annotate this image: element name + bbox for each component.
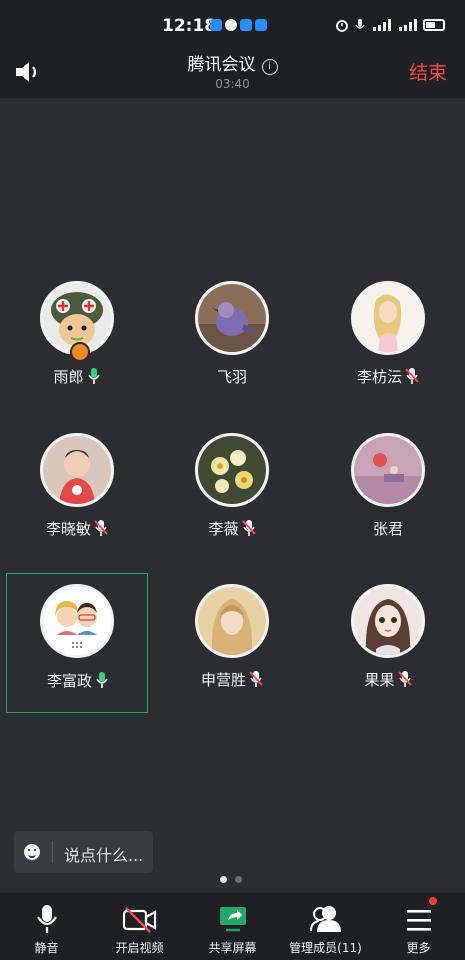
meeting-title-row[interactable]: 腾讯会议 i [0, 50, 465, 75]
participant-tile[interactable]: 雨郎 [6, 270, 148, 410]
participant-name-row: 李富政 [7, 670, 149, 691]
signal-icon [373, 19, 391, 31]
share-screen-label: 共享屏幕 [208, 941, 257, 955]
start-video-label: 开启视频 [115, 941, 164, 955]
participant-tile[interactable]: 张君 [317, 422, 459, 562]
more-button[interactable]: 更多 [372, 893, 465, 960]
share-screen-button[interactable]: 共享屏幕 [186, 893, 279, 960]
app-notification-icon [240, 19, 252, 31]
participant-name: 李富政 [46, 672, 92, 690]
participant-name: 申营胜 [200, 671, 246, 689]
app-notification-icon [210, 19, 222, 31]
flowers-avatar [195, 433, 269, 507]
video-off-icon [122, 907, 156, 933]
mute-button[interactable]: 静音 [0, 893, 93, 960]
pink-scene-avatar [351, 433, 425, 507]
participant-name: 李薇 [208, 520, 239, 538]
status-bar: 12:18 [0, 0, 465, 48]
notification-dot [429, 897, 437, 905]
mic-muted-icon [241, 520, 256, 536]
participant-tile[interactable]: 李枋沄 [317, 270, 459, 410]
end-meeting-button[interactable]: 结束 [409, 58, 447, 85]
bird-avatar [195, 281, 269, 355]
mic-on-icon [96, 672, 108, 688]
battery-icon [423, 19, 445, 31]
chat-divider [52, 841, 53, 863]
more-menu-icon [406, 910, 431, 931]
mic-icon [36, 905, 57, 933]
participant-tile[interactable]: 果果 [317, 573, 459, 713]
participant-name: 雨郎 [53, 368, 84, 386]
app-notification-icon [255, 19, 267, 31]
share-screen-icon [219, 907, 246, 932]
participant-name-row: 雨郎 [6, 366, 148, 387]
meeting-timer: 03:40 [215, 77, 250, 91]
page-indicator [220, 876, 242, 883]
wechat-icon [225, 19, 237, 31]
mic-muted-icon [94, 520, 108, 536]
participant-name-row: 果果 [317, 669, 459, 690]
chat-input[interactable]: 说点什么... [14, 831, 153, 873]
participant-name-row: 飞羽 [161, 366, 303, 387]
page-dot-active[interactable] [220, 876, 227, 883]
members-icon [309, 906, 341, 932]
participant-name: 李晓敏 [45, 520, 91, 538]
participant-tile[interactable]: 飞羽 [161, 270, 303, 410]
participant-name-row: 李薇 [161, 518, 303, 539]
participant-name: 果果 [364, 671, 395, 689]
woman-photo-avatar [195, 584, 269, 658]
participant-name: 飞羽 [216, 368, 247, 386]
anime-woman-avatar [351, 584, 425, 658]
participant-tile[interactable]: 李晓敏 [6, 422, 148, 562]
info-icon[interactable]: i [261, 59, 278, 75]
girl-illustration-avatar [351, 281, 425, 355]
mic-muted-icon [397, 671, 412, 687]
couple-cartoon-avatar [40, 584, 114, 658]
status-indicators [335, 18, 445, 32]
participant-name: 张君 [372, 520, 403, 538]
page-dot[interactable] [235, 876, 242, 883]
meeting-title-block: 腾讯会议 i 03:40 [0, 50, 465, 91]
start-video-button[interactable]: 开启视频 [93, 893, 186, 960]
participant-name-row: 申营胜 [161, 669, 303, 690]
status-app-icons [210, 19, 267, 31]
signal-icon [399, 19, 417, 31]
host-badge-icon [70, 342, 90, 362]
emoji-icon[interactable] [24, 844, 40, 860]
participant-name: 李枋沄 [356, 368, 402, 386]
participant-name-row: 张君 [317, 518, 459, 539]
alarm-icon [336, 20, 348, 32]
manage-members-button[interactable]: 管理成员(11) [279, 893, 372, 960]
participant-tile[interactable]: 李薇 [161, 422, 303, 562]
more-label: 更多 [406, 941, 431, 955]
bottom-toolbar: 静音 开启视频 共享屏幕 管理成员(11) 更多 [0, 893, 465, 960]
meeting-title: 腾讯会议 [187, 55, 256, 75]
mic-muted-icon [249, 671, 263, 687]
mic-muted-icon [405, 368, 419, 384]
child-photo-avatar [40, 433, 114, 507]
participant-tile[interactable]: 申营胜 [161, 573, 303, 713]
mute-label: 静音 [34, 941, 59, 955]
chat-placeholder: 说点什么... [64, 846, 144, 865]
participant-name-row: 李晓敏 [6, 518, 148, 539]
participant-name-row: 李枋沄 [317, 366, 459, 387]
mic-status-icon [355, 19, 365, 29]
manage-members-label: 管理成员(11) [289, 941, 362, 955]
mic-on-icon [87, 368, 100, 384]
meeting-header: 腾讯会议 i 03:40 结束 [0, 48, 465, 98]
participant-tile-active[interactable]: 李富政 [6, 573, 148, 713]
status-time: 12:18 [162, 16, 217, 36]
